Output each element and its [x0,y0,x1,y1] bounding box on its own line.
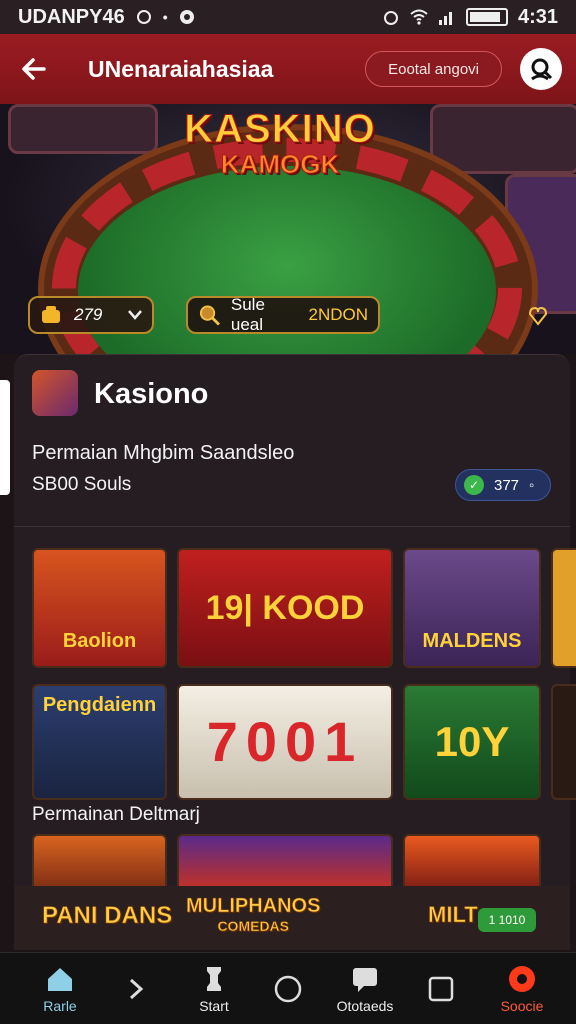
home-icon [48,968,72,991]
coin-balance-chip[interactable]: 279 [28,296,154,334]
app-bar: UNenaraiahasiaa Eootal angovi [0,34,576,104]
coin-bag-icon [42,306,60,323]
nav-social[interactable]: Soocie [492,953,552,1024]
back-button[interactable] [14,49,54,89]
favorite-icon[interactable] [528,306,548,326]
promo-item[interactable]: MULIPHANOS COMEDAS [186,895,321,936]
game-tile-label: 7001 [206,710,364,773]
promo-item-line1: MULIPHANOS [186,895,321,917]
game-tile-label: 19| KOOD [205,589,365,627]
status-bar: UDANPY46 • 4:31 [0,0,576,34]
dot-icon: • [162,9,168,25]
scroll-handle[interactable] [0,380,10,495]
game-tile[interactable]: Pengdaienn [32,684,167,800]
status-carrier: UDANPY46 [18,5,125,28]
promo-badge[interactable]: 1 1010 [478,908,536,932]
arrow-left-icon [22,58,46,80]
nav-start[interactable]: Start [184,953,244,1024]
search-chip-highlight: 2NDON [308,305,368,324]
nav-label: Soocie [500,998,544,1014]
search-chip[interactable]: Sule ueal 2NDON [186,295,380,334]
category-description: Permaian Mhgbim Saandsleo [32,442,295,464]
game-tile[interactable] [177,834,393,894]
category-avatar [32,370,78,416]
game-tile[interactable] [403,834,541,894]
app-root: UDANPY46 • 4:31 UNenaraiahasiaa Eootal a… [0,0,576,1024]
chat-icon [353,968,377,992]
nav-chats[interactable]: Ototaeds [328,953,402,1024]
game-tile-label: Baolion [62,630,137,652]
hero-logo: KASKINO KAMOGK [160,107,400,179]
slot-machine-image [8,104,158,154]
circle-icon [274,975,302,1003]
notification-icon [136,10,151,24]
game-tile-partial[interactable] [551,684,576,800]
hero-title-line1: KASKINO [184,107,376,151]
promo-item[interactable]: MILT [428,902,478,928]
game-tile-label: 10Y [434,718,510,765]
nav-next[interactable] [118,953,154,1024]
status-time: 4:31 [517,5,558,28]
game-tile-partial[interactable] [551,548,576,668]
search-profile-button[interactable] [520,48,562,90]
nav-label: Rarle [43,998,77,1014]
chevron-down-icon [128,310,142,320]
magnifier-icon [199,305,220,326]
promo-item[interactable]: PANI DANS [42,902,173,930]
coin-balance-value: 279 [74,305,103,324]
game-tile[interactable]: 19| KOOD [177,548,393,668]
game-tile[interactable]: Baolion [32,548,167,668]
game-tile[interactable] [32,834,167,894]
game-tile[interactable]: MALDENS [403,548,541,668]
game-tile-label: Pengdaienn [42,694,157,716]
rook-icon [207,967,221,991]
game-tile-label: MALDENS [422,630,522,652]
search-chip-label: Sule ueal [230,295,265,334]
nav-circle[interactable] [268,953,308,1024]
alarm-icon [383,11,398,25]
check-icon: ✓ [464,475,484,495]
signal-icon [438,12,452,25]
search-icon [531,58,553,81]
nav-label: Ototaeds [336,998,394,1014]
battery-icon [465,8,508,26]
category-title: Kasiono [94,378,209,410]
action-button[interactable]: Eootal angovi [365,51,502,87]
section-title: Permainan Deltmarj [32,804,200,825]
hero-title-line2: KAMOGK [220,149,340,179]
promo-item-line2: COMEDAS [217,918,289,935]
nav-square[interactable] [424,953,458,1024]
page-title: UNenaraiahasiaa [88,55,274,82]
divider [14,526,570,527]
square-icon [428,976,454,1002]
wifi-icon [410,9,428,25]
game-tile[interactable]: 10Y [403,684,541,800]
game-tile[interactable]: 7001 [177,684,393,800]
chevron-right-icon [129,978,144,1000]
record-icon [509,966,535,992]
category-subdescription: SB00 Souls [32,474,132,495]
info-icon: ◦ [529,476,535,494]
nav-label: Start [199,998,229,1014]
bottom-nav: Rarle Start Ototaeds Soocie [0,952,576,1024]
score-badge[interactable]: ✓ 377 ◦ [455,469,551,501]
nav-home[interactable]: Rarle [30,953,90,1024]
settings-icon [179,10,194,24]
score-value: 377 [494,476,520,494]
